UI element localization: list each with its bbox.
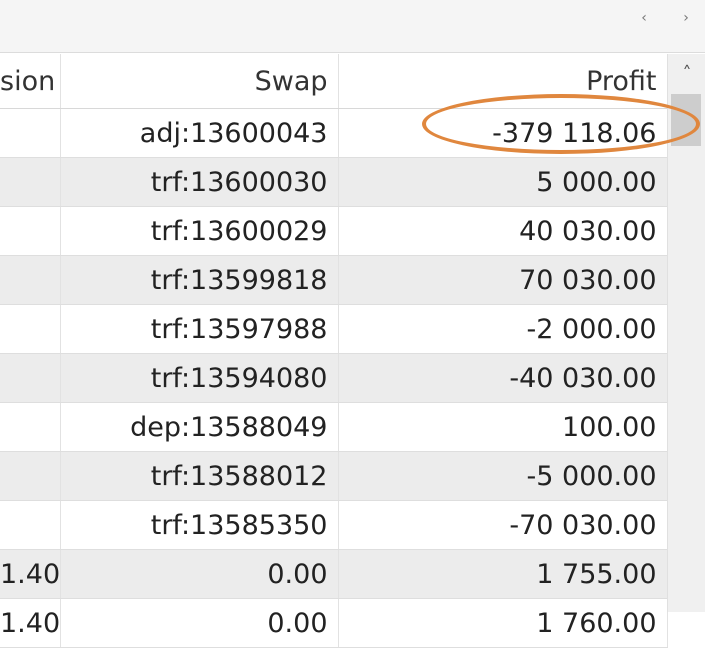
cell-swap: trf:13600029	[60, 206, 339, 256]
column-header-profit[interactable]: Profit	[338, 54, 668, 109]
table-row[interactable]: trf:13588012 -5 000.00	[0, 451, 668, 501]
toolbar: ‹ ›	[0, 0, 705, 53]
cell-commission	[0, 255, 61, 305]
table-row[interactable]: trf:13600029 40 030.00	[0, 206, 668, 256]
cell-profit: 70 030.00	[338, 255, 668, 305]
cell-profit: -70 030.00	[338, 500, 668, 550]
cell-profit: -379 118.06	[338, 108, 668, 158]
chevron-left-icon[interactable]: ‹	[634, 6, 654, 30]
column-header-swap[interactable]: Swap	[60, 54, 339, 109]
vertical-scrollbar[interactable]: ˄	[667, 54, 705, 612]
cell-swap: trf:13599818	[60, 255, 339, 305]
cell-commission	[0, 402, 61, 452]
cell-commission	[0, 353, 61, 403]
table-row[interactable]: trf:13600030 5 000.00	[0, 157, 668, 207]
cell-commission	[0, 108, 61, 158]
table-row[interactable]: trf:13599818 70 030.00	[0, 255, 668, 305]
cell-profit: 40 030.00	[338, 206, 668, 256]
cell-profit: 5 000.00	[338, 157, 668, 207]
cell-commission	[0, 304, 61, 354]
scrollbar-thumb[interactable]	[671, 94, 701, 146]
table-row[interactable]: 1.40 0.00 1 755.00	[0, 549, 668, 599]
chevron-up-icon[interactable]: ˄	[668, 60, 705, 88]
cell-profit: 1 755.00	[338, 549, 668, 599]
table-row[interactable]: 1.40 0.00 1 760.00	[0, 598, 668, 648]
cell-swap: trf:13597988	[60, 304, 339, 354]
cell-swap: trf:13585350	[60, 500, 339, 550]
table-row[interactable]: adj:13600043 -379 118.06	[0, 108, 668, 158]
cell-profit: -40 030.00	[338, 353, 668, 403]
cell-swap: trf:13594080	[60, 353, 339, 403]
cell-profit: 100.00	[338, 402, 668, 452]
table-row[interactable]: trf:13594080 -40 030.00	[0, 353, 668, 403]
cell-swap: adj:13600043	[60, 108, 339, 158]
cell-commission	[0, 206, 61, 256]
table-row[interactable]: dep:13588049 100.00	[0, 402, 668, 452]
cell-swap: 0.00	[60, 598, 339, 648]
cell-commission	[0, 157, 61, 207]
cell-commission	[0, 500, 61, 550]
table-header-row: sion Swap Profit	[0, 54, 668, 109]
cell-commission: 1.40	[0, 549, 61, 599]
cell-swap: trf:13588012	[60, 451, 339, 501]
cell-profit: 1 760.00	[338, 598, 668, 648]
column-header-commission[interactable]: sion	[0, 54, 61, 109]
chevron-right-icon[interactable]: ›	[676, 6, 696, 30]
table-row[interactable]: trf:13585350 -70 030.00	[0, 500, 668, 550]
cell-profit: -5 000.00	[338, 451, 668, 501]
cell-profit: -2 000.00	[338, 304, 668, 354]
cell-swap: dep:13588049	[60, 402, 339, 452]
cell-swap: 0.00	[60, 549, 339, 599]
table-row[interactable]: trf:13597988 -2 000.00	[0, 304, 668, 354]
cell-commission: 1.40	[0, 598, 61, 648]
history-table: sion Swap Profit adj:13600043 -379 118.0…	[0, 54, 668, 648]
cell-swap: trf:13600030	[60, 157, 339, 207]
cell-commission	[0, 451, 61, 501]
